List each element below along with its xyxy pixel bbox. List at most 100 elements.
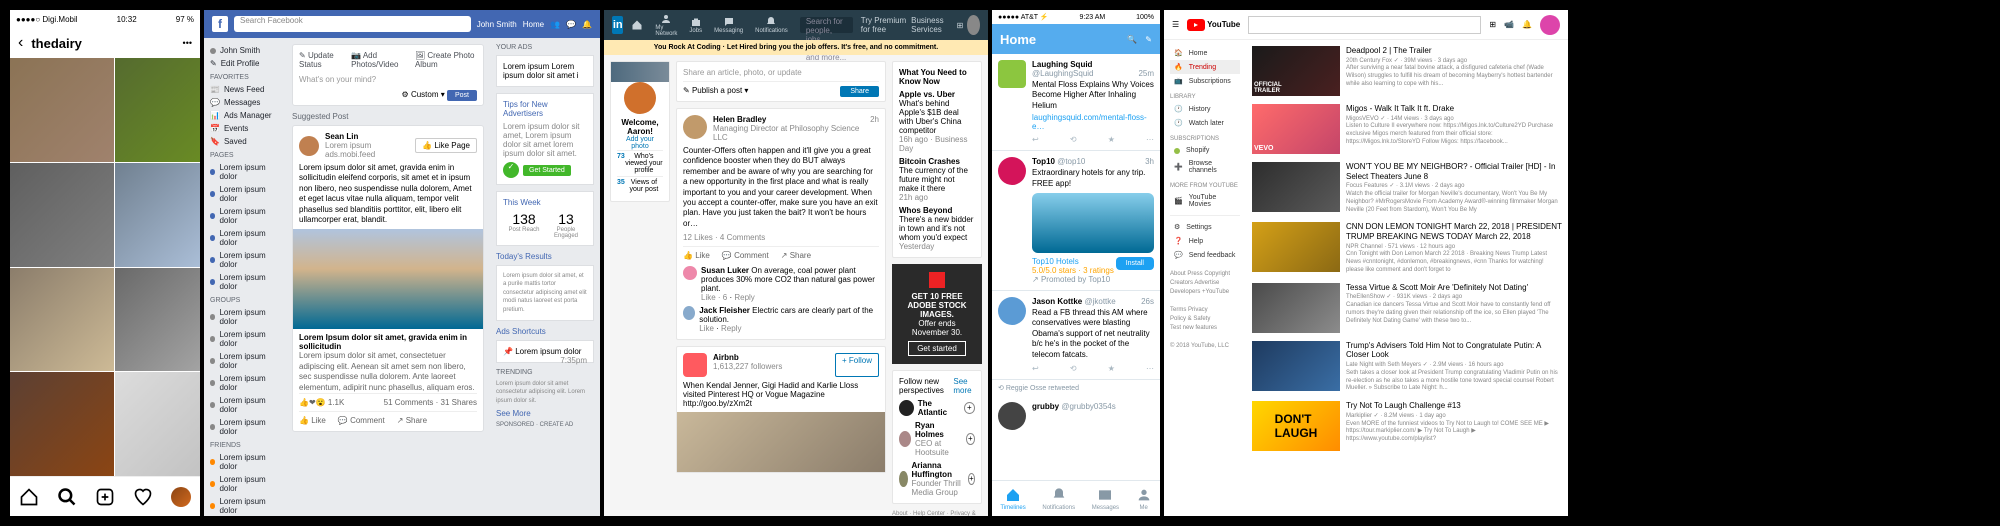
photo-thumb[interactable] [10,268,114,372]
more-icon[interactable]: ⋯ [1146,364,1154,373]
composer-photo[interactable]: 📷 Add Photos/Video [351,51,407,69]
adobe-ad[interactable]: GET 10 FREEADOBE STOCK IMAGES. Offer end… [892,264,982,364]
nav-me[interactable]: Me [1136,487,1152,511]
like-icon[interactable]: ★ [1108,364,1115,373]
nav-settings[interactable]: ⚙ Settings [1170,220,1240,234]
sidebar-item[interactable]: 📰 News Feed [210,83,280,96]
share-input[interactable]: Share an article, photo, or update [683,68,879,82]
promo-banner[interactable]: You Rock At Coding · Let Hired bring you… [604,40,988,55]
see-more-link[interactable]: See more [953,377,975,395]
search-input[interactable] [1248,16,1481,34]
reply-icon[interactable]: ↩ [1032,364,1039,373]
post-button[interactable]: Post [447,90,477,101]
nav-timelines[interactable]: Timelines [1000,487,1025,511]
nav-messages[interactable]: Messages [1092,487,1119,511]
photo-thumb[interactable] [10,372,114,476]
sidebar-item[interactable]: Lorem ipsum dolor [210,249,280,271]
sidebar-item[interactable]: Lorem ipsum dolor [210,205,280,227]
back-icon[interactable]: ‹ [18,34,23,52]
nav-messaging[interactable]: Messaging [710,16,747,34]
home-icon[interactable] [19,487,39,507]
sidebar-item[interactable]: Lorem ipsum dolor [210,451,280,473]
sidebar-item[interactable]: Lorem ipsum dolor [210,495,280,516]
menu-icon[interactable]: ☰ [1172,20,1179,29]
video-thumb[interactable]: OFFICIALTRAILER [1252,46,1340,96]
airbnb-logo[interactable] [683,353,707,377]
apps-icon[interactable]: ⊞ [957,21,964,30]
tweet-avatar[interactable] [998,297,1026,325]
nav-network[interactable]: My Network [651,13,681,37]
nav-history[interactable]: 🕐 History [1170,102,1240,116]
sidebar-item[interactable]: Lorem ipsum dolor [210,271,280,293]
nav-jobs[interactable]: Jobs [685,16,706,34]
search-input[interactable]: Search for people, jobs, companies, and … [800,17,853,33]
sidebar-item[interactable]: Lorem ipsum dolor [210,227,280,249]
facebook-logo[interactable]: f [212,16,228,32]
sidebar-item[interactable]: Lorem ipsum dolor [210,372,280,394]
search-icon[interactable] [57,487,77,507]
tweet[interactable]: Laughing Squid @LaughingSquid 25m Mental… [992,54,1160,151]
nav-home[interactable]: 🏠 Home [1170,46,1240,60]
sidebar-item[interactable]: Lorem ipsum dolor [210,328,280,350]
like-button[interactable]: 👍 Like [299,416,326,425]
sidebar-item[interactable]: Lorem ipsum dolor [210,183,280,205]
sidebar-item[interactable]: 📅 Events [210,122,280,135]
retweet-icon[interactable]: ⟲ [1070,364,1077,373]
sidebar-item[interactable]: 🔖 Saved [210,135,280,148]
messages-icon[interactable]: 💬 [566,20,576,29]
nav-feedback[interactable]: 💬 Send feedback [1170,248,1240,262]
like-button[interactable]: 👍 Like [683,251,710,260]
tweet[interactable]: grubby @grubby03 54s [992,396,1160,436]
business-link[interactable]: Business Services [911,16,952,34]
nav-subscriptions[interactable]: 📺 Subscriptions [1170,74,1240,88]
photo-thumb[interactable] [115,268,200,372]
video-row[interactable]: Tessa Virtue & Scott Moir Are 'Definitel… [1252,283,1562,333]
search-icon[interactable]: 🔍 [1127,35,1137,44]
nav-trending[interactable]: 🔥 Trending [1170,60,1240,74]
install-button[interactable]: Install [1116,257,1154,270]
post-image[interactable] [293,229,483,329]
home-link[interactable]: Home [523,20,544,29]
sidebar-item[interactable]: Lorem ipsum dolor [210,394,280,416]
video-row[interactable]: CNN DON LEMON TONIGHT March 22, 2018 | P… [1252,222,1562,274]
youtube-logo[interactable]: YouTube [1187,19,1240,31]
notifications-icon[interactable]: 🔔 [582,20,592,29]
comment-button[interactable]: 💬 Comment [338,416,385,425]
photo-thumb[interactable] [10,163,114,267]
post-avatar[interactable] [299,136,319,156]
share-button[interactable]: ↗ Share [781,251,811,260]
user-name[interactable]: John Smith [477,20,517,29]
photo-thumb[interactable] [115,163,200,267]
sidebar-item[interactable]: 💬 Messages [210,96,280,109]
compose-icon[interactable]: ✎ [1145,35,1152,44]
apps-icon[interactable]: ⊞ [1489,20,1496,29]
like-page-button[interactable]: 👍 Like Page [415,138,477,153]
audience-select[interactable]: ⚙ Custom ▾ [402,90,445,99]
photo-thumb[interactable] [115,58,200,162]
video-row[interactable]: WON'T YOU BE MY NEIGHBOR? - Official Tra… [1252,162,1562,214]
see-more-link[interactable]: See More [496,409,594,418]
sidebar-user[interactable]: John Smith [210,44,280,57]
follow-button[interactable]: + Follow [835,353,879,377]
tweet-image[interactable] [1032,193,1154,253]
nav-watch-later[interactable]: 🕐 Watch later [1170,116,1240,130]
nav-notifications[interactable]: Notifications [751,16,792,34]
video-row[interactable]: DON'TLAUGH Try Not To Laugh Challenge #1… [1252,401,1562,451]
photo-thumb[interactable] [10,58,114,162]
sidebar-item[interactable]: Lorem ipsum dolor [210,161,280,183]
tweet-avatar[interactable] [998,157,1026,185]
share-button[interactable]: ↗ Share [397,416,427,425]
friends-icon[interactable]: 👥 [550,20,560,29]
upload-icon[interactable]: 📹 [1504,20,1514,29]
premium-link[interactable]: Try Premium for free [861,16,907,34]
nav-home[interactable] [627,19,647,31]
post-avatar[interactable] [683,115,707,139]
profile-icon[interactable] [967,15,980,35]
sidebar-edit[interactable]: ✎ Edit Profile [210,57,280,70]
nav-notifications[interactable]: Notifications [1042,487,1075,511]
more-icon[interactable]: ⋯ [1146,135,1154,144]
video-thumb[interactable] [1252,341,1340,391]
video-thumb[interactable]: VEVO [1252,104,1340,154]
tweet-avatar[interactable] [998,60,1026,88]
share-button[interactable]: Share [840,86,879,97]
